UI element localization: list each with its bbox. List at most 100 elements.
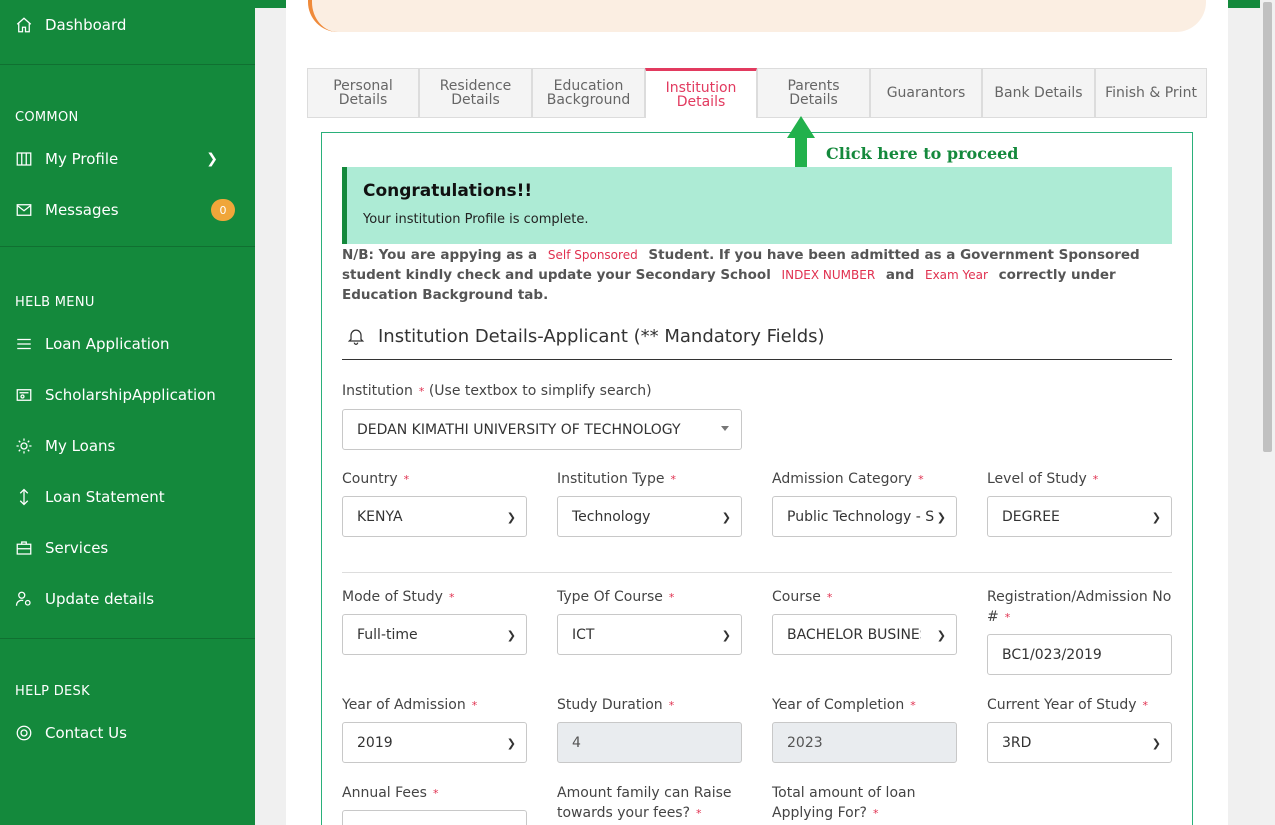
sidebar-item-label: Services [45,539,109,557]
level-of-study-select[interactable]: DEGREE ❯ [987,496,1172,537]
required-mark: * [696,807,702,820]
required-mark: * [403,473,410,486]
chevron-down-icon: ❯ [1151,737,1161,750]
institution-select[interactable]: DEDAN KIMATHI UNIVERSITY OF TECHNOLOGY [342,409,742,450]
note-tag-index: INDEX NUMBER [781,268,876,282]
sidebar-item-services[interactable]: Services [15,539,108,557]
institution-label: Institution * (Use textbox to simplify se… [342,381,652,402]
current-year-select[interactable]: 3RD ❯ [987,722,1172,763]
required-mark: * [826,591,833,604]
label-text: Year of Completion [772,697,905,713]
field-value: ICT [572,626,595,643]
label-text: Year of Admission [342,697,466,713]
sidebar-item-label: Update details [45,590,155,608]
sort-arrows-icon [15,488,33,506]
sidebar-item-label: My Profile [45,150,119,168]
institution-type-label: Institution Type * [557,469,676,490]
institution-type-select[interactable]: Technology ❯ [557,496,742,537]
note-text: and [885,267,915,283]
tab-bank-details[interactable]: Bank Details [982,68,1095,118]
sponsorship-note: N/B: You are appying as a Self Sponsored… [342,245,1172,305]
study-duration-input: 4 [557,722,742,763]
sidebar-item-my-loans[interactable]: My Loans [15,437,115,455]
study-duration-label: Study Duration * [557,695,674,716]
tab-personal-details[interactable]: Personal Details [307,68,419,118]
chevron-right-icon: ❯ [206,151,218,167]
form-divider [342,572,1172,573]
family-amount-label: Amount family can Raise towards your fee… [557,783,742,824]
columns-icon [15,150,33,168]
scrollbar-thumb[interactable] [1263,2,1272,452]
label-text: Current Year of Study [987,697,1137,713]
field-value: Technology [572,508,651,525]
mail-icon [15,201,33,219]
sidebar-item-contact-us[interactable]: Contact Us [15,724,127,742]
admission-category-select[interactable]: Public Technology - S ❯ [772,496,957,537]
sidebar-item-dashboard[interactable]: Dashboard [15,16,126,34]
sidebar-item-my-profile[interactable]: My Profile ❯ [15,150,240,168]
top-banner [308,0,1206,32]
tab-label: Institution [665,79,737,96]
sidebar-item-label: Contact Us [45,724,127,742]
sidebar-divider [0,246,255,247]
field-value: 2023 [787,734,823,751]
mode-of-study-select[interactable]: Full-time ❯ [342,614,527,655]
required-mark: * [1004,611,1011,624]
success-alert: Congratulations!! Your institution Profi… [342,167,1172,244]
label-text: Mode of Study [342,589,443,605]
note-tag-exam-year: Exam Year [924,268,988,282]
sidebar-item-messages[interactable]: Messages [15,201,119,219]
label-text: Study Duration [557,697,663,713]
tab-label: Details [676,93,726,110]
course-label: Course * [772,587,832,608]
label-text: Level of Study [987,471,1087,487]
sidebar-item-loan-application[interactable]: Loan Application [15,335,170,353]
tab-education-background[interactable]: Education Background [532,68,645,118]
required-mark: * [910,699,916,712]
menu-icon [15,335,33,353]
required-mark: * [418,385,425,398]
field-value: Full-time [357,626,418,643]
sidebar-item-label: Loan Statement [45,488,165,506]
year-of-completion-label: Year of Completion * [772,695,916,716]
tab-label: Background [546,92,631,108]
annual-fees-input[interactable] [342,810,527,825]
course-select[interactable]: BACHELOR BUSINESS ❯ [772,614,957,655]
chevron-down-icon: ❯ [506,629,516,642]
field-value: 3RD [1002,734,1032,751]
label-text: Annual Fees [342,785,427,801]
tab-institution-details[interactable]: Institution Details [645,68,757,118]
messages-count-badge: 0 [211,199,235,221]
tab-guarantors[interactable]: Guarantors [870,68,982,118]
tab-finish-print[interactable]: Finish & Print [1095,68,1207,118]
country-label: Country * [342,469,409,490]
sidebar-item-label: ScholarshipApplication [45,386,216,404]
required-mark: * [918,473,924,486]
registration-number-input[interactable]: BC1/023/2019 [987,634,1172,675]
sidebar-item-label: Loan Application [45,335,170,353]
section-title: Institution Details-Applicant (** Mandat… [342,326,1172,360]
field-value: 2019 [357,734,393,751]
label-text: Institution [342,383,413,399]
sidebar-section-help: HELP DESK [15,684,90,699]
required-mark: * [432,787,439,800]
type-of-course-select[interactable]: ICT ❯ [557,614,742,655]
bell-icon [347,329,365,345]
year-of-admission-select[interactable]: 2019 ❯ [342,722,527,763]
tab-parents-details[interactable]: Parents Details [757,68,870,118]
certificate-icon [15,386,33,404]
tab-residence-details[interactable]: Residence Details [419,68,532,118]
sidebar-item-loan-statement[interactable]: Loan Statement [15,488,165,506]
required-mark: * [670,473,676,486]
sidebar-item-scholarship-application[interactable]: ScholarshipApplication [15,386,216,404]
country-select[interactable]: KENYA ❯ [342,496,527,537]
label-text: Course [772,589,821,605]
sidebar-item-update-details[interactable]: Update details [15,590,154,608]
user-settings-icon [15,590,33,608]
chevron-down-icon: ❯ [1151,511,1161,524]
label-text: Institution Type [557,471,665,487]
required-mark: * [668,699,675,712]
chevron-down-icon: ❯ [936,629,946,642]
sidebar: Dashboard COMMON My Profile ❯ Messages 0… [0,0,255,825]
lifebuoy-icon [15,724,33,742]
